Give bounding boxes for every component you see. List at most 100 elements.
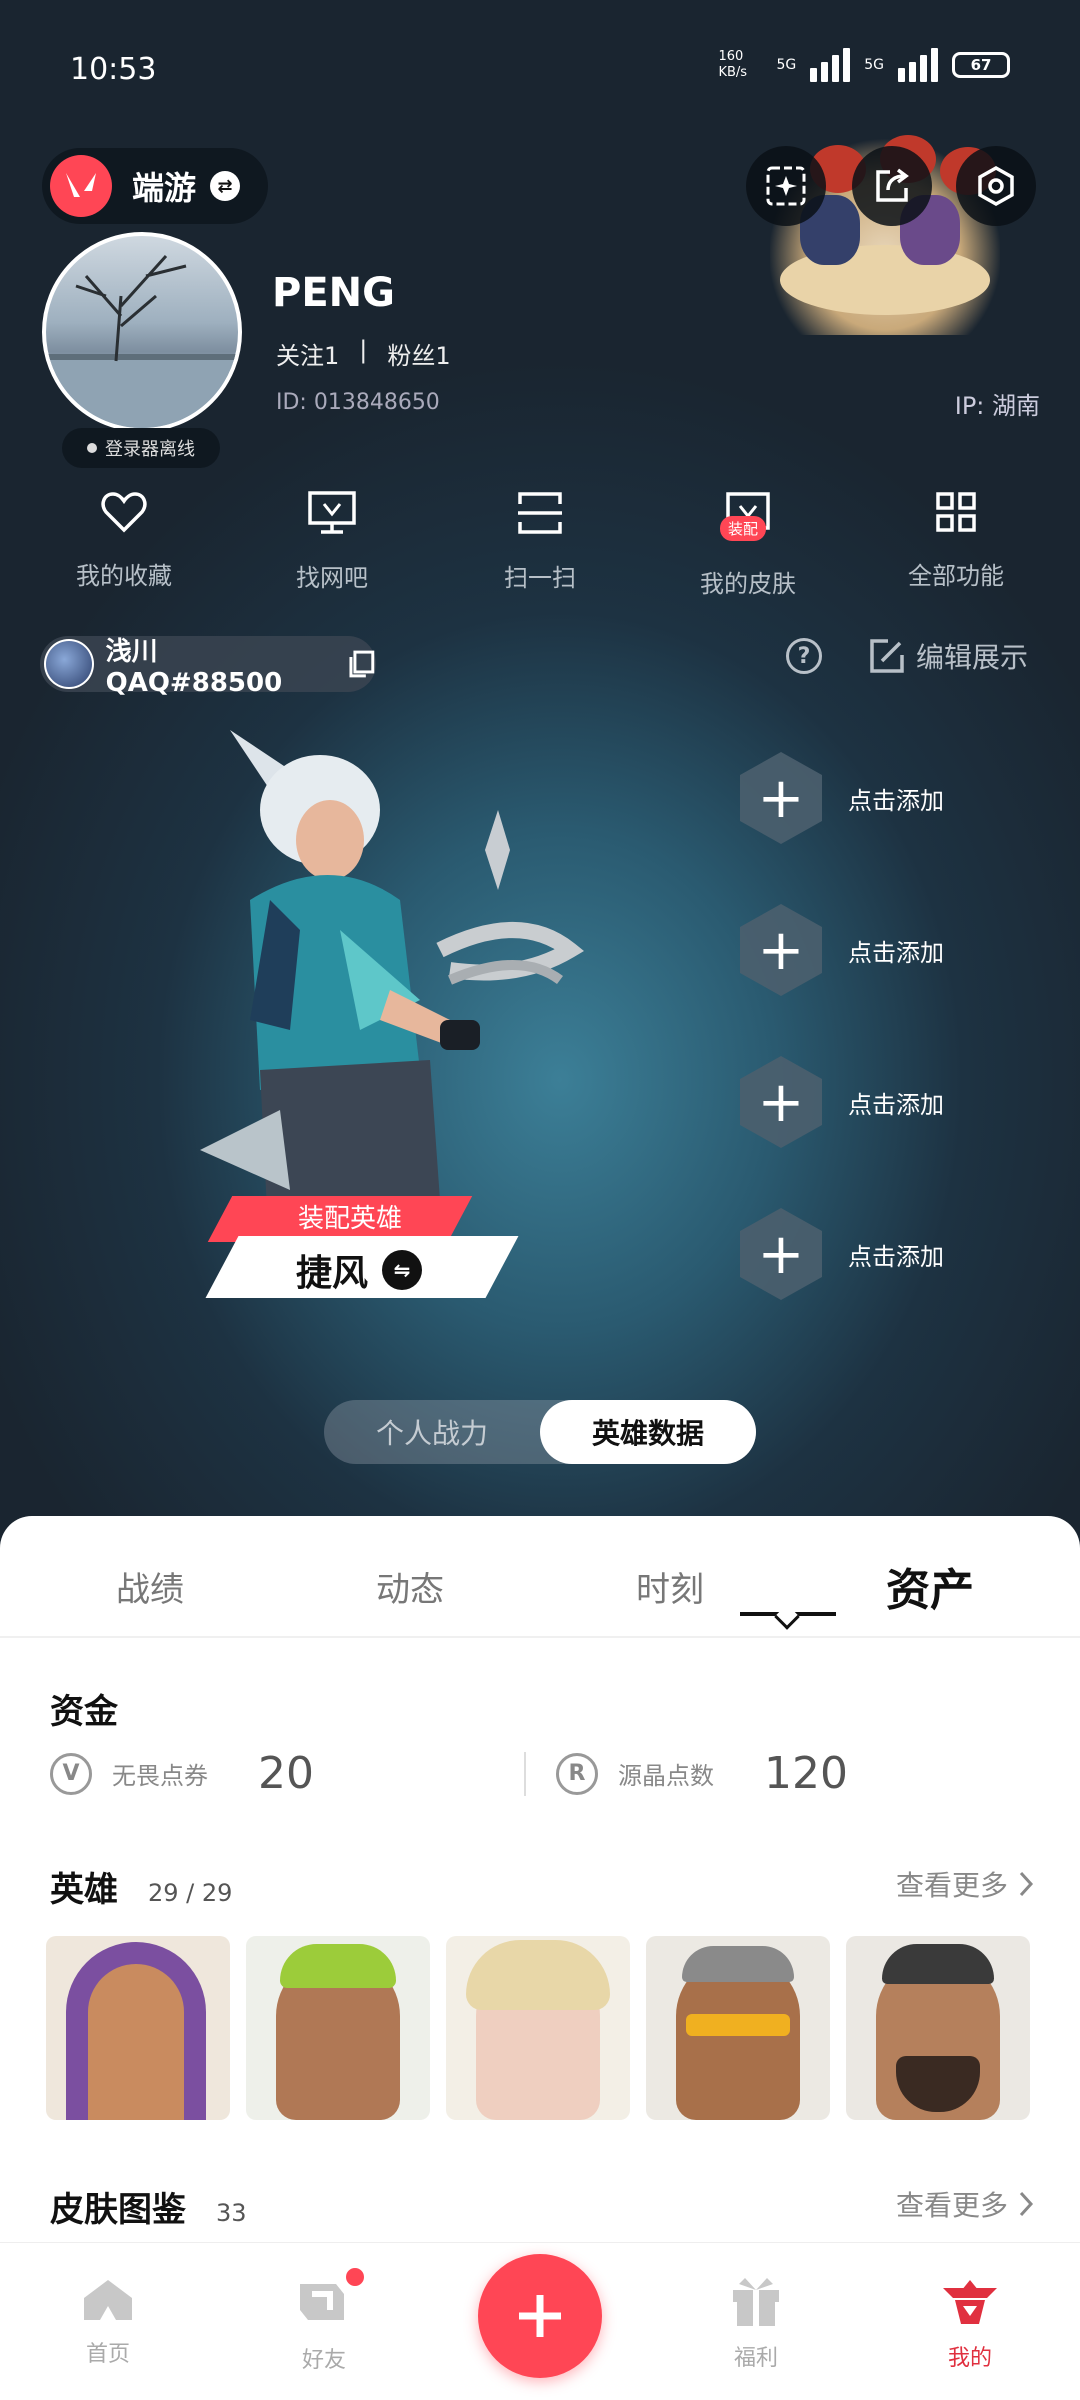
valorant-points: V 无畏点券 20 [50,1748,524,1799]
add-icon: + [740,752,822,844]
chevron-right-icon [1019,2191,1034,2217]
quick-action-label: 全部功能 [908,562,1004,590]
toggle-hero-data[interactable]: 英雄数据 [540,1400,756,1464]
quick-action-all[interactable]: 全部功能 [856,490,1056,599]
hero-name-text: 捷风 [296,1253,369,1294]
nav-welfare[interactable]: 福利 [696,2276,816,2372]
username: PENG [272,270,395,316]
skins-header: 皮肤图鉴 33 [50,2182,247,2231]
sparkle-icon [766,166,806,206]
quick-actions: 我的收藏 找网吧 扫一扫 装配 我的皮肤 全部功能 [0,490,1080,599]
avatar[interactable] [42,232,242,432]
following-count[interactable]: 关注1 [276,336,339,371]
hero-card[interactable] [446,1936,630,2120]
nav-label: 福利 [733,2346,778,2371]
skins-view-more[interactable]: 查看更多 [896,2184,1034,2224]
settings-button[interactable] [956,146,1036,226]
create-post-button[interactable] [478,2254,602,2378]
tab-activity[interactable]: 动态 [300,1562,520,1611]
signal-label-2: 5G [864,57,884,73]
follow-separator: | [359,336,368,364]
view-more-label: 查看更多 [895,1869,1008,1902]
rp-icon: R [555,1752,598,1795]
ai-sparkle-button[interactable] [746,146,826,226]
notification-dot [344,2266,366,2288]
hero-card[interactable] [246,1936,430,2120]
gift-icon [733,2278,779,2326]
profile-hat-icon [943,2280,997,2324]
quick-action-scan[interactable]: 扫一扫 [440,490,640,599]
showcase-slot-1[interactable]: + 点击添加 [740,752,944,844]
tab-moments[interactable]: 时刻 [560,1562,780,1611]
slot-label: 点击添加 [848,1090,944,1119]
showcase-slot-4[interactable]: + 点击添加 [740,1208,944,1300]
swap-hero-icon: ⇋ [382,1250,423,1290]
nav-friends[interactable]: 好友 [264,2266,384,2374]
copy-icon[interactable] [346,649,376,679]
funds-row: V 无畏点券 20 R 源晶点数 120 [50,1748,1030,1799]
quick-action-label: 扫一扫 [504,564,576,592]
status-time: 10:53 [70,52,157,87]
followers-count[interactable]: 粉丝1 [387,336,450,371]
heart-icon [101,492,147,533]
ip-location: IP: 湖南 [954,392,1040,420]
status-bar: 10:53 160 KB/s 5G 5G 67 [0,0,1080,140]
quick-action-skins[interactable]: 装配 我的皮肤 [648,490,848,599]
signal-bars-icon-2 [898,48,938,82]
skin-badge: 装配 [720,516,767,541]
share-icon [876,168,909,202]
hero-name[interactable]: 捷风 ⇋ [296,1244,423,1296]
monitor-icon [308,491,356,534]
help-icon[interactable]: ? [786,638,822,674]
tab-assets[interactable]: 资产 [820,1554,1040,1618]
rp-label: 源晶点数 [617,1762,714,1790]
net-speed: 160 KB/s [718,49,748,80]
quick-action-label: 我的皮肤 [700,570,796,598]
skins-title: 皮肤图鉴 [50,2190,186,2230]
quick-action-favorites[interactable]: 我的收藏 [24,490,224,599]
divider [0,1636,1080,1638]
player-id-pill[interactable]: 浅川QAQ#88500 [40,636,376,698]
hero-card[interactable] [46,1936,230,2120]
signal-bars-icon [810,48,851,82]
hero-card[interactable] [646,1936,830,2120]
plus-icon [519,2295,561,2337]
vp-icon: V [50,1752,92,1795]
radianite-points: R 源晶点数 120 [555,1748,1030,1799]
toggle-personal-power[interactable]: 个人战力 [324,1400,540,1464]
avatar-landscape-image [46,254,238,428]
tab-match-history[interactable]: 战绩 [40,1562,260,1611]
content-tabs: 战绩 动态 时刻 资产 [0,1540,1080,1632]
funds-divider [524,1751,526,1796]
riot-id: 浅川QAQ#88500 [105,636,283,698]
online-status-text: 登录器离线 [105,439,195,460]
rp-value: 120 [763,1748,848,1799]
launcher-status-badge: 登录器离线 [62,428,220,468]
showcase-slot-2[interactable]: + 点击添加 [740,904,944,996]
vp-value: 20 [258,1748,314,1799]
vp-label: 无畏点券 [112,1762,208,1790]
heroes-count: 29 / 29 [148,1879,233,1907]
funds-title: 资金 [50,1692,118,1732]
edit-label: 编辑展示 [916,641,1029,674]
nav-home[interactable]: 首页 [48,2276,168,2368]
chevron-right-icon [1019,1871,1034,1897]
heroes-title: 英雄 [50,1870,118,1910]
hero-cards [46,1936,1036,2120]
slot-label: 点击添加 [848,786,944,815]
nav-mine[interactable]: 我的 [910,2276,1030,2372]
heroes-view-more[interactable]: 查看更多 [896,1864,1034,1904]
battery-icon: 67 [952,52,1010,78]
showcase-slot-3[interactable]: + 点击添加 [740,1056,944,1148]
share-button[interactable] [852,146,932,226]
scan-icon [518,492,562,534]
quick-action-netcafe[interactable]: 找网吧 [232,490,432,599]
quick-action-label: 我的收藏 [76,562,172,590]
edit-showcase-button[interactable]: 编辑展示 [868,636,1028,676]
game-switch-button[interactable]: 端游 ⇄ [42,148,268,224]
quick-action-label: 找网吧 [296,564,368,592]
grid-icon [936,492,976,532]
edit-icon [870,639,904,673]
settings-icon [978,165,1014,207]
hero-card[interactable] [846,1936,1030,2120]
